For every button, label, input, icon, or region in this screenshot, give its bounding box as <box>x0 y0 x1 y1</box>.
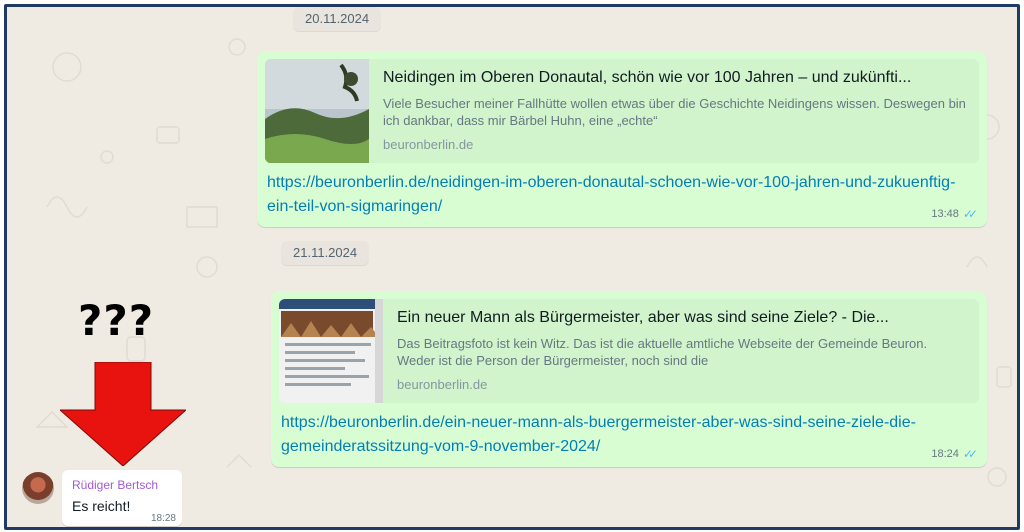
read-ticks-icon: ✓✓ <box>962 207 978 221</box>
date-separator: 20.11.2024 <box>293 7 382 31</box>
incoming-message[interactable]: Rüdiger Bertsch Es reicht! 18:28 <box>62 470 182 526</box>
outgoing-message[interactable]: Ein neuer Mann als Bürgermeister, aber w… <box>271 291 987 467</box>
message-meta: 13:48 ✓✓ <box>931 207 978 221</box>
preview-domain: beuronberlin.de <box>397 377 488 392</box>
message-meta: 18:24 ✓✓ <box>931 447 978 461</box>
red-arrow-down-icon <box>60 362 186 466</box>
annotation-question-marks: ??? <box>78 296 155 345</box>
message-link[interactable]: https://beuronberlin.de/ein-neuer-mann-a… <box>281 411 977 459</box>
outgoing-message[interactable]: Neidingen im Oberen Donautal, schön wie … <box>257 51 987 227</box>
preview-thumbnail <box>265 59 369 163</box>
read-ticks-icon: ✓✓ <box>962 447 978 461</box>
preview-title: Neidingen im Oberen Donautal, schön wie … <box>383 69 912 86</box>
preview-description: Das Beitragsfoto ist kein Witz. Das ist … <box>397 336 928 368</box>
avatar[interactable] <box>22 472 54 504</box>
link-preview[interactable]: Ein neuer Mann als Bürgermeister, aber w… <box>279 299 979 403</box>
message-time: 18:24 <box>931 448 959 460</box>
preview-title: Ein neuer Mann als Bürgermeister, aber w… <box>397 309 889 326</box>
date-separator: 21.11.2024 <box>281 241 370 265</box>
preview-thumbnail <box>279 299 383 403</box>
sender-name[interactable]: Rüdiger Bertsch <box>72 478 158 492</box>
message-time: 13:48 <box>931 208 959 220</box>
link-preview[interactable]: Neidingen im Oberen Donautal, schön wie … <box>265 59 979 163</box>
preview-domain: beuronberlin.de <box>383 137 474 152</box>
preview-description: Viele Besucher meiner Fallhütte wollen e… <box>383 96 966 128</box>
message-time: 18:28 <box>150 513 176 524</box>
message-text: Es reicht! <box>72 498 131 514</box>
message-link[interactable]: https://beuronberlin.de/neidingen-im-obe… <box>267 171 977 219</box>
